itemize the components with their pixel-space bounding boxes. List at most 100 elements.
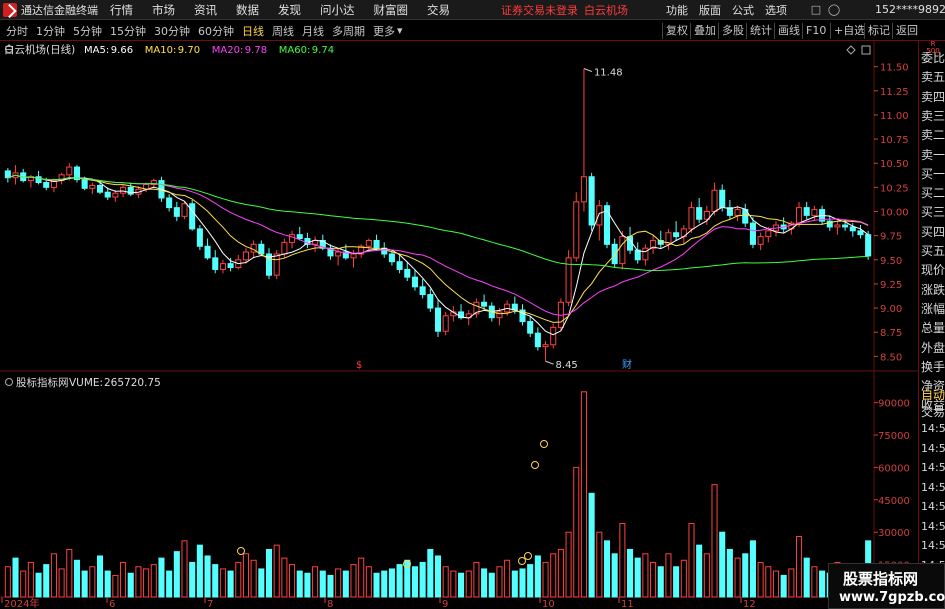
volume-bar[interactable]	[50, 553, 57, 598]
volume-bar[interactable]	[173, 551, 180, 598]
volume-bar[interactable]	[573, 466, 580, 598]
volume-bar[interactable]	[542, 561, 549, 598]
sidebar-field-3[interactable]: 卖三	[921, 107, 945, 123]
candle-body[interactable]	[273, 253, 280, 276]
candle-body[interactable]	[227, 263, 234, 269]
candle-body[interactable]	[434, 307, 442, 332]
candle-body[interactable]	[849, 226, 856, 232]
candle-body[interactable]	[289, 234, 296, 243]
volume-bar[interactable]	[112, 574, 119, 598]
sidebar-field-2[interactable]: 卖四	[921, 88, 945, 104]
candle-body[interactable]	[619, 236, 626, 265]
candle-body[interactable]	[573, 201, 580, 259]
volume-bar[interactable]	[166, 570, 173, 598]
volume-bar[interactable]	[657, 566, 664, 598]
candle-body[interactable]	[588, 176, 595, 226]
candle-body[interactable]	[749, 222, 756, 245]
volume-bar[interactable]	[189, 561, 196, 598]
volume-bar[interactable]	[181, 540, 188, 598]
volume-bar[interactable]	[373, 572, 380, 598]
trade-login-warning[interactable]: 证券交易未登录	[501, 2, 578, 18]
menu-market[interactable]: 市场	[152, 2, 175, 18]
tool-add-watch-button[interactable]: +自选	[830, 23, 868, 39]
volume-bar[interactable]	[504, 559, 511, 598]
volume-bar[interactable]	[473, 561, 480, 598]
period-tab-30min[interactable]: 30分钟	[154, 23, 190, 39]
volume-bar[interactable]	[726, 548, 733, 598]
sidebar-field-5[interactable]: 卖一	[921, 146, 945, 162]
volume-bar[interactable]	[442, 566, 449, 598]
candle-body[interactable]	[296, 234, 303, 240]
candle-body[interactable]	[442, 315, 449, 332]
menu-data[interactable]: 数据	[236, 2, 259, 18]
volume-bar[interactable]	[550, 553, 557, 598]
volume-bar[interactable]	[427, 548, 434, 598]
candle-body[interactable]	[350, 253, 357, 259]
volume-bar[interactable]	[319, 570, 326, 598]
volume-bar[interactable]	[557, 548, 564, 598]
period-tab-more[interactable]: 更多	[373, 23, 395, 39]
candle-body[interactable]	[542, 344, 549, 348]
candle-body[interactable]	[173, 207, 180, 217]
sidebar-field-12[interactable]: 涨跌	[921, 281, 945, 297]
volume-bar[interactable]	[66, 548, 73, 598]
volume-bar[interactable]	[496, 566, 503, 598]
volume-bar[interactable]	[811, 566, 818, 598]
menu-trade[interactable]: 交易	[427, 2, 450, 18]
menu-formula[interactable]: 公式	[732, 2, 754, 18]
candle-body[interactable]	[765, 230, 772, 238]
candle-body[interactable]	[857, 230, 864, 236]
candle-body[interactable]	[642, 247, 649, 261]
volume-bar[interactable]	[235, 561, 242, 598]
menu-layout[interactable]: 版面	[699, 2, 721, 18]
volume-collapse-icon[interactable]	[5, 378, 13, 386]
volume-bar[interactable]	[734, 557, 741, 598]
candle-body[interactable]	[212, 257, 219, 270]
candle-body[interactable]	[189, 203, 196, 230]
volume-bar[interactable]	[281, 557, 288, 598]
volume-bar[interactable]	[642, 553, 649, 598]
volume-bar[interactable]	[342, 570, 349, 598]
volume-bar[interactable]	[273, 544, 280, 598]
volume-bar[interactable]	[335, 568, 342, 598]
candle-body[interactable]	[258, 243, 265, 255]
volume-bar[interactable]	[481, 568, 488, 598]
candle-body[interactable]	[411, 276, 418, 288]
candle-body[interactable]	[865, 234, 872, 257]
period-tab-monthly[interactable]: 月线	[302, 23, 324, 39]
sidebar-auto-label[interactable]: 自动	[921, 386, 945, 402]
volume-bar[interactable]	[196, 544, 203, 598]
volume-bar[interactable]	[696, 544, 703, 598]
candle-body[interactable]	[711, 189, 718, 213]
candle-body[interactable]	[842, 224, 849, 228]
volume-bar[interactable]	[795, 536, 803, 598]
candle-body[interactable]	[550, 326, 557, 346]
candle-body[interactable]	[596, 205, 603, 226]
candle-body[interactable]	[166, 197, 173, 209]
candle-body[interactable]	[396, 261, 403, 270]
volume-bar[interactable]	[365, 566, 372, 598]
candle-body[interactable]	[242, 251, 249, 261]
candle-body[interactable]	[120, 186, 127, 194]
volume-bar[interactable]	[534, 555, 541, 598]
volume-bar[interactable]	[527, 564, 534, 598]
volume-bar[interactable]	[450, 570, 457, 598]
candle-body[interactable]	[281, 241, 288, 255]
candle-body[interactable]	[673, 232, 680, 238]
menu-quotes[interactable]: 行情	[110, 2, 133, 18]
period-tab-60min[interactable]: 60分钟	[198, 23, 234, 39]
candle-body[interactable]	[719, 189, 726, 209]
volume-bar[interactable]	[296, 570, 303, 598]
volume-bar[interactable]	[43, 564, 50, 598]
menu-wealth-circle[interactable]: 财富圈	[374, 2, 409, 18]
candle-body[interactable]	[96, 184, 104, 193]
candle-body[interactable]	[66, 166, 73, 176]
volume-bar[interactable]	[458, 572, 465, 598]
sidebar-field-8[interactable]: 买三	[921, 203, 945, 219]
volume-bar[interactable]	[419, 561, 426, 598]
sidebar-field-16[interactable]: 换手	[921, 358, 945, 374]
kline-chart[interactable]: 11.50 11.25 11.00 10.75 10.50 10.25 10.00 9.75 9…	[0, 41, 918, 609]
tool-back-button[interactable]: 返回	[892, 23, 921, 39]
volume-bar[interactable]	[719, 531, 726, 598]
candle-body[interactable]	[404, 268, 411, 278]
